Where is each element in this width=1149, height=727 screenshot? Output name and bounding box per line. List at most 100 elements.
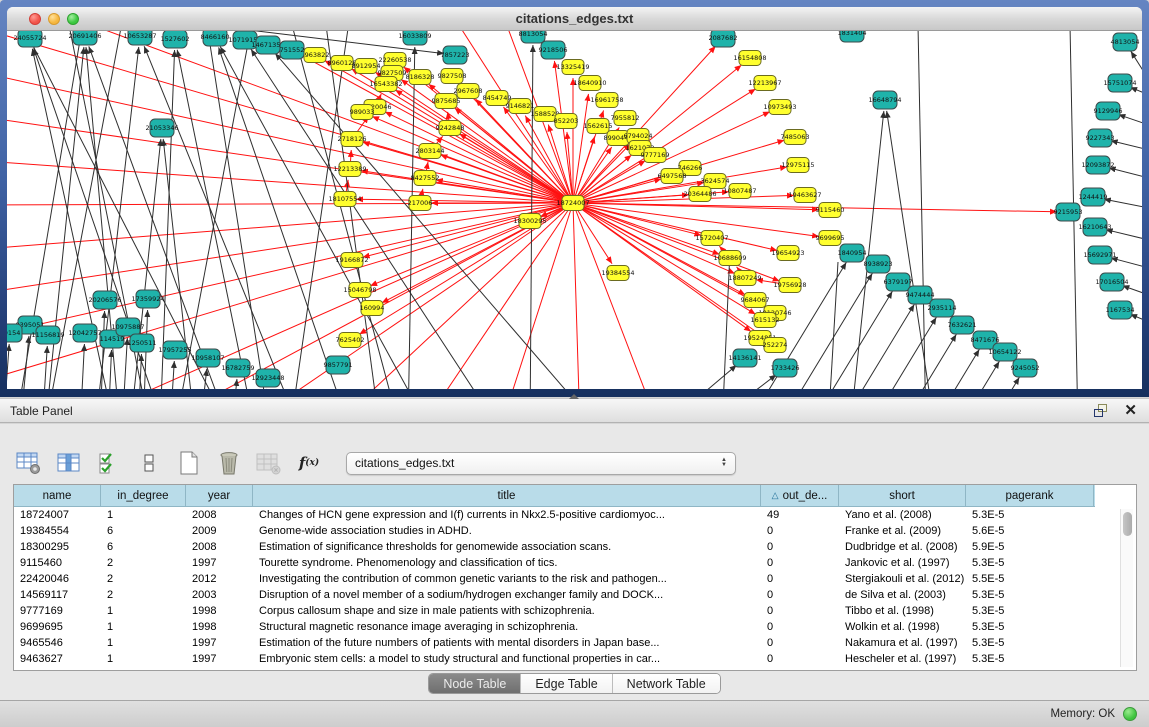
graph-node[interactable]: 989033 — [350, 105, 375, 120]
function-builder-icon[interactable]: f(x) — [294, 448, 324, 478]
graph-node[interactable]: 24055724 — [13, 31, 46, 47]
graph-node[interactable]: 8938923 — [864, 255, 893, 273]
table-row[interactable]: 1456911722003Disruption of a novel membe… — [14, 587, 1136, 603]
graph-node[interactable]: 2935114 — [928, 299, 957, 317]
graph-node[interactable]: 9777169 — [641, 148, 670, 163]
graph-node[interactable]: 9699695 — [816, 231, 845, 246]
graph-node[interactable]: 7485063 — [781, 130, 810, 145]
graph-node[interactable]: 6379197 — [884, 273, 913, 291]
memory-ok-indicator[interactable] — [1123, 707, 1137, 721]
close-panel-icon[interactable]: ✕ — [1124, 403, 1137, 418]
network-graph[interactable]: 1872400779638228960128891295422260538982… — [7, 31, 1142, 389]
graph-node[interactable]: 1840954 — [838, 244, 867, 262]
graph-node[interactable]: 9227343 — [1086, 129, 1115, 147]
graph-node[interactable]: 10975887 — [111, 318, 144, 336]
graph-node[interactable]: 17359924 — [131, 290, 164, 308]
graph-node[interactable]: 10653287 — [123, 31, 156, 45]
graph-node[interactable]: 19384554 — [601, 266, 634, 281]
graph-node[interactable]: 9827508 — [438, 69, 467, 84]
graph-node[interactable]: 1167534 — [1106, 301, 1135, 319]
graph-node[interactable]: 1527602 — [161, 31, 190, 48]
graph-node[interactable]: 12975115 — [781, 158, 814, 173]
graph-node[interactable]: 16782759 — [221, 359, 254, 377]
graph-node[interactable]: 19756928 — [773, 278, 806, 293]
table-settings-icon[interactable] — [14, 448, 44, 478]
table-row[interactable]: 1938455462009Genome-wide association stu… — [14, 523, 1136, 539]
graph-node[interactable]: 252274 — [763, 338, 788, 353]
column-header-name[interactable]: name — [14, 485, 101, 506]
graph-node[interactable]: 12042757 — [68, 324, 101, 342]
graph-node[interactable]: 8466160 — [201, 31, 230, 46]
close-window-button[interactable] — [29, 13, 41, 25]
table-row[interactable]: 969969511998Structural magnetic resonanc… — [14, 619, 1136, 635]
create-table-icon[interactable] — [174, 448, 204, 478]
graph-node[interactable]: 12093872 — [1081, 156, 1114, 174]
graph-node[interactable]: 10807487 — [723, 184, 756, 199]
row-height-icon[interactable] — [134, 448, 164, 478]
network-window-titlebar[interactable]: citations_edges.txt — [7, 7, 1142, 31]
table-row[interactable]: 2242004622012Investigating the contribut… — [14, 571, 1136, 587]
graph-node[interactable]: 7857223 — [441, 46, 470, 64]
graph-node[interactable]: 1244419 — [1079, 188, 1108, 206]
graph-node[interactable]: 10654122 — [988, 343, 1021, 361]
column-header-year[interactable]: year — [186, 485, 253, 506]
graph-node[interactable]: 39154 — [7, 324, 22, 342]
graph-node[interactable]: 9684067 — [741, 293, 770, 308]
graph-node[interactable]: 13325419 — [556, 60, 589, 75]
table-row[interactable]: 946554611997Estimation of the future num… — [14, 635, 1136, 651]
graph-node[interactable]: 9215953 — [1054, 203, 1083, 221]
graph-node[interactable]: 11156819 — [31, 326, 64, 344]
graph-node[interactable]: 10688609 — [713, 251, 746, 266]
zoom-window-button[interactable] — [67, 13, 79, 25]
split-pane-handle-icon[interactable] — [569, 394, 579, 399]
graph-node[interactable]: 17016504 — [1095, 273, 1128, 291]
column-header-short[interactable]: short — [839, 485, 966, 506]
graph-node[interactable]: 9129946 — [1094, 102, 1123, 120]
table-row[interactable]: 946362711997Embryonic stem cells: a mode… — [14, 651, 1136, 667]
graph-node[interactable]: 4813054 — [1111, 33, 1140, 51]
graph-node[interactable]: 6497568 — [658, 169, 687, 184]
tab-node-table[interactable]: Node Table — [429, 674, 520, 693]
graph-node[interactable]: 2087682 — [709, 31, 738, 47]
graph-node[interactable]: 1250511 — [128, 334, 157, 352]
graph-node[interactable]: 14136141 — [728, 349, 761, 367]
graph-node[interactable]: 160994 — [360, 301, 385, 316]
graph-node[interactable]: 7632621 — [948, 316, 977, 334]
select-columns-icon[interactable] — [94, 448, 124, 478]
graph-node[interactable]: 852203 — [554, 114, 579, 129]
minimize-window-button[interactable] — [48, 13, 60, 25]
graph-node[interactable]: 9218506 — [539, 41, 568, 59]
table-selector-dropdown[interactable]: citations_edges.txt ▲▼ — [346, 452, 736, 475]
graph-node[interactable]: 9875685 — [432, 94, 461, 109]
show-columns-icon[interactable] — [54, 448, 84, 478]
graph-node[interactable]: 16961758 — [590, 93, 623, 108]
graph-node[interactable]: 7955812 — [611, 111, 640, 126]
table-row[interactable]: 911546021997Tourette syndrome. Phenomeno… — [14, 555, 1136, 571]
graph-node[interactable]: 16033809 — [398, 31, 431, 45]
graph-node[interactable]: 21053346 — [145, 119, 178, 137]
column-header-pagerank[interactable]: pagerank — [966, 485, 1094, 506]
graph-node[interactable]: 18640910 — [573, 76, 606, 91]
graph-node[interactable]: 12213389 — [333, 162, 366, 177]
column-header-title[interactable]: title — [253, 485, 761, 506]
graph-node[interactable]: 9115460 — [816, 203, 845, 218]
graph-node[interactable]: 15692971 — [1083, 246, 1116, 264]
graph-node[interactable]: 16210643 — [1078, 218, 1111, 236]
graph-node[interactable]: 2803144 — [416, 144, 445, 159]
graph-node[interactable]: 217006 — [408, 196, 433, 211]
graph-node[interactable]: 10958107 — [191, 349, 224, 367]
graph-node[interactable]: 15751074 — [1103, 74, 1136, 92]
graph-node[interactable]: 7625402 — [336, 333, 365, 348]
graph-node[interactable]: 16154808 — [733, 51, 766, 66]
table-row[interactable]: 1830029562008Estimation of significance … — [14, 539, 1136, 555]
graph-node[interactable]: 8912954 — [352, 59, 381, 74]
graph-node[interactable]: 20206576 — [88, 291, 121, 309]
graph-node[interactable]: 12213967 — [748, 76, 781, 91]
column-header-out-degree[interactable]: △ out_de... — [761, 485, 839, 506]
graph-node[interactable]: 7963822 — [301, 48, 330, 63]
table-row[interactable]: 1872400712008Changes of HCN gene express… — [14, 507, 1136, 523]
graph-node[interactable]: 9245052 — [1011, 359, 1040, 377]
tab-network-table[interactable]: Network Table — [612, 674, 720, 693]
float-panel-icon[interactable] — [1094, 404, 1110, 418]
table-row[interactable]: 977716911998Corpus callosum shape and si… — [14, 603, 1136, 619]
